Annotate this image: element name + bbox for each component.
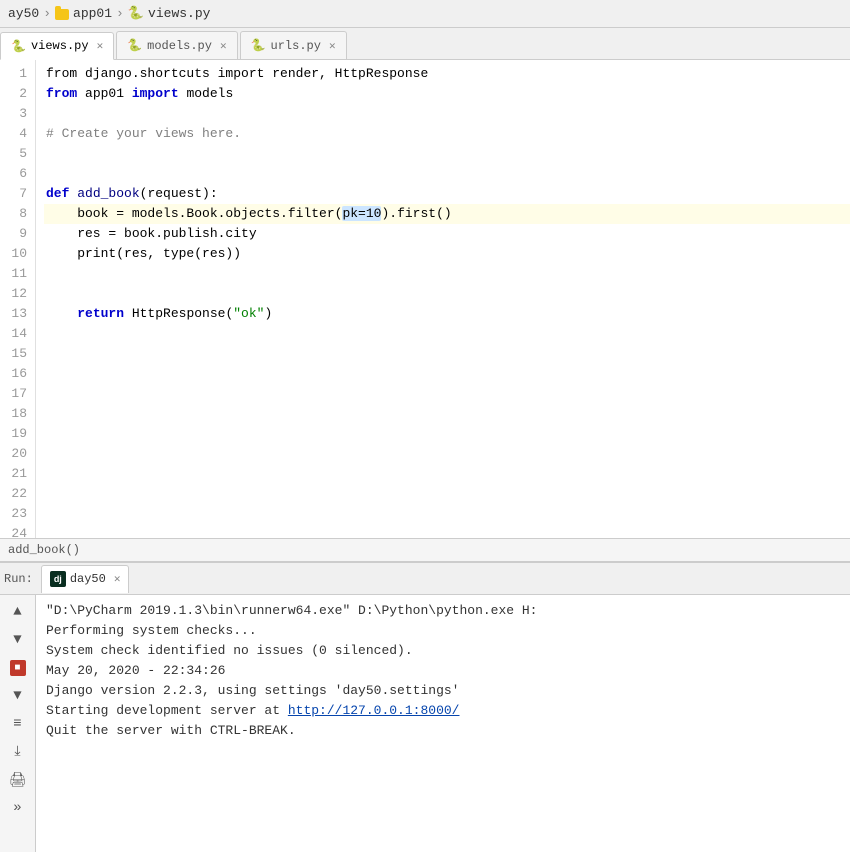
- scroll-up-button[interactable]: ▲: [5, 599, 31, 625]
- status-bar: add_book(): [0, 538, 850, 562]
- run-tab-label: day50: [70, 572, 106, 586]
- line-number: 1: [8, 64, 27, 84]
- code-line[interactable]: [44, 164, 850, 184]
- code-line[interactable]: [44, 264, 850, 284]
- line-number: 18: [8, 404, 27, 424]
- line-number: 15: [8, 344, 27, 364]
- code-line[interactable]: [44, 524, 850, 538]
- code-line[interactable]: [44, 104, 850, 124]
- breadcrumb-part-3[interactable]: views.py: [148, 6, 210, 21]
- breadcrumb-part-1[interactable]: ay50: [8, 6, 39, 21]
- tab-views-close[interactable]: ✕: [97, 39, 104, 53]
- code-line[interactable]: res = book.publish.city: [44, 224, 850, 244]
- more-button[interactable]: »: [5, 795, 31, 821]
- line-number: 13: [8, 304, 27, 324]
- breadcrumb: ay50 › app01 › 🐍 views.py: [0, 0, 850, 28]
- line-number: 9: [8, 224, 27, 244]
- output-line: "D:\PyCharm 2019.1.3\bin\runnerw64.exe" …: [46, 601, 840, 621]
- line-number: 21: [8, 464, 27, 484]
- line-number: 11: [8, 264, 27, 284]
- py-icon: 🐍: [128, 6, 144, 21]
- wrap-button[interactable]: ≡: [5, 711, 31, 737]
- scroll-down-button[interactable]: ▼: [5, 627, 31, 653]
- line-number: 6: [8, 164, 27, 184]
- line-number: 22: [8, 484, 27, 504]
- output-line: Quit the server with CTRL-BREAK.: [46, 721, 840, 741]
- urls-py-icon: 🐍: [251, 38, 266, 53]
- code-line[interactable]: [44, 344, 850, 364]
- code-line[interactable]: [44, 324, 850, 344]
- tab-models-close[interactable]: ✕: [220, 39, 227, 53]
- scroll-down-2-button[interactable]: ▼: [5, 683, 31, 709]
- code-line[interactable]: # Create your views here.: [44, 124, 850, 144]
- folder-icon: [55, 9, 69, 20]
- tab-urls[interactable]: 🐍 urls.py ✕: [240, 31, 347, 59]
- code-line[interactable]: book = models.Book.objects.filter(pk=10)…: [44, 204, 850, 224]
- run-tab-close[interactable]: ✕: [114, 572, 121, 586]
- line-number: 5: [8, 144, 27, 164]
- code-line[interactable]: return HttpResponse("ok"): [44, 304, 850, 324]
- output-line: System check identified no issues (0 sil…: [46, 641, 840, 661]
- run-tab[interactable]: dj day50 ✕: [41, 565, 130, 593]
- code-line[interactable]: [44, 284, 850, 304]
- code-line[interactable]: [44, 384, 850, 404]
- server-link[interactable]: http://127.0.0.1:8000/: [288, 703, 460, 718]
- run-output[interactable]: "D:\PyCharm 2019.1.3\bin\runnerw64.exe" …: [36, 595, 850, 852]
- line-number: 23: [8, 504, 27, 524]
- output-line: May 20, 2020 - 22:34:26: [46, 661, 840, 681]
- print-button[interactable]: 🖨: [5, 767, 31, 793]
- run-toolbar: ▲ ▼ ■ ▼ ≡ ⤓ 🖨 »: [0, 595, 36, 852]
- code-line[interactable]: [44, 424, 850, 444]
- line-number: 8: [8, 204, 27, 224]
- tab-views[interactable]: 🐍 views.py ✕: [0, 32, 114, 60]
- code-line[interactable]: [44, 464, 850, 484]
- run-panel: Run: dj day50 ✕ ▲ ▼ ■ ▼ ≡ ⤓ 🖨 » "D:\PyCh…: [0, 562, 850, 852]
- output-line: Performing system checks...: [46, 621, 840, 641]
- tab-views-label: views.py: [31, 39, 89, 53]
- line-number: 17: [8, 384, 27, 404]
- stop-button[interactable]: ■: [10, 660, 26, 676]
- tab-models-label: models.py: [147, 39, 212, 53]
- code-line[interactable]: from app01 import models: [44, 84, 850, 104]
- code-line[interactable]: print(res, type(res)): [44, 244, 850, 264]
- pin-button[interactable]: ⤓: [5, 739, 31, 765]
- line-numbers: 123456789101112131415161718192021222324: [0, 60, 36, 538]
- status-function: add_book(): [8, 543, 80, 557]
- line-number: 16: [8, 364, 27, 384]
- line-number: 12: [8, 284, 27, 304]
- tab-bar: 🐍 views.py ✕ 🐍 models.py ✕ 🐍 urls.py ✕: [0, 28, 850, 60]
- line-number: 2: [8, 84, 27, 104]
- line-number: 20: [8, 444, 27, 464]
- code-line[interactable]: [44, 144, 850, 164]
- run-label: Run:: [4, 572, 33, 586]
- editor-area: 123456789101112131415161718192021222324 …: [0, 60, 850, 538]
- django-icon: dj: [50, 571, 66, 587]
- line-number: 14: [8, 324, 27, 344]
- code-line[interactable]: [44, 444, 850, 464]
- line-number: 4: [8, 124, 27, 144]
- code-line[interactable]: [44, 364, 850, 384]
- line-number: 10: [8, 244, 27, 264]
- output-line: Django version 2.2.3, using settings 'da…: [46, 681, 840, 701]
- views-py-icon: 🐍: [11, 39, 26, 54]
- code-content[interactable]: from django.shortcuts import render, Htt…: [36, 60, 850, 538]
- tab-models[interactable]: 🐍 models.py ✕: [116, 31, 237, 59]
- models-py-icon: 🐍: [127, 38, 142, 53]
- line-number: 3: [8, 104, 27, 124]
- tab-urls-close[interactable]: ✕: [329, 39, 336, 53]
- run-main: ▲ ▼ ■ ▼ ≡ ⤓ 🖨 » "D:\PyCharm 2019.1.3\bin…: [0, 595, 850, 852]
- tab-urls-label: urls.py: [271, 39, 321, 53]
- code-line[interactable]: [44, 484, 850, 504]
- line-number: 24: [8, 524, 27, 538]
- output-line: Starting development server at http://12…: [46, 701, 840, 721]
- code-line[interactable]: def add_book(request):: [44, 184, 850, 204]
- breadcrumb-part-2[interactable]: app01: [73, 6, 112, 21]
- run-header: Run: dj day50 ✕: [0, 563, 850, 595]
- code-line[interactable]: from django.shortcuts import render, Htt…: [44, 64, 850, 84]
- code-line[interactable]: [44, 404, 850, 424]
- line-number: 7: [8, 184, 27, 204]
- code-line[interactable]: [44, 504, 850, 524]
- line-number: 19: [8, 424, 27, 444]
